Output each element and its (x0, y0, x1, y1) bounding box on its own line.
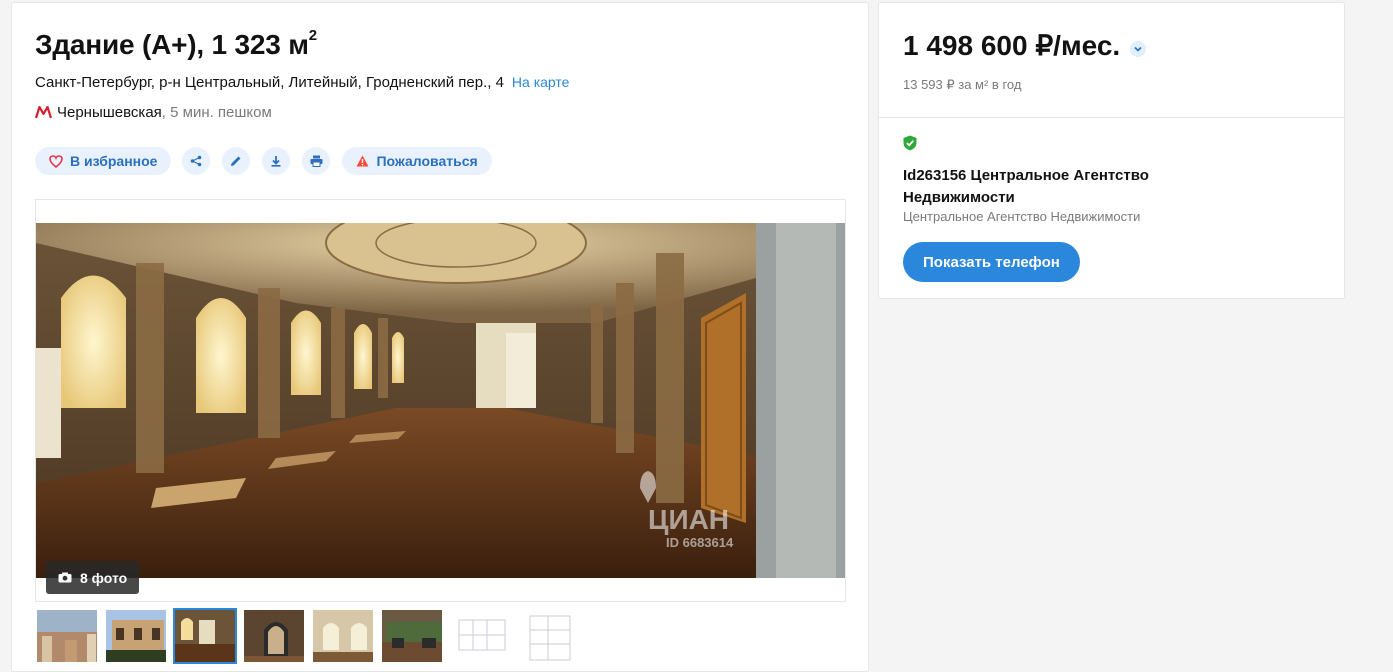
edit-button[interactable] (222, 147, 251, 175)
thumbnail-active[interactable] (173, 608, 237, 664)
metro-time: , 5 мин. пешком (161, 104, 272, 121)
download-button[interactable] (262, 147, 291, 175)
share-button[interactable] (182, 147, 211, 175)
favorite-label: В избранное (70, 153, 158, 169)
price: 1 498 600 ₽/мес. (903, 29, 1147, 62)
pencil-icon (231, 156, 241, 166)
price-per-m2: 13 593 ₽ за м² в год (903, 77, 1022, 92)
thumbnail-floorplan[interactable] (518, 608, 582, 664)
agent-name[interactable]: Id263156 Центральное Агентство Недвижимо… (903, 165, 1203, 209)
complain-label: Пожаловаться (376, 153, 478, 169)
listing-title: Здание (A+), 1 323 м2 (35, 26, 317, 61)
download-icon (271, 156, 281, 167)
printer-icon (310, 155, 323, 167)
thumbnail[interactable] (104, 608, 168, 664)
complain-button[interactable]: Пожаловаться (342, 147, 492, 175)
print-button[interactable] (302, 147, 331, 175)
svg-text:ID 6683614: ID 6683614 (666, 535, 734, 550)
map-link[interactable]: На карте (512, 74, 570, 90)
action-bar: В избранное Пожаловаться (35, 147, 503, 175)
photo-count-label: 8 фото (80, 569, 128, 586)
show-phone-button[interactable]: Показать телефон (903, 242, 1080, 282)
hall-photo: ЦИАН ID 6683614 (36, 223, 845, 578)
chevron-down-icon (1134, 46, 1142, 52)
warning-icon (356, 155, 369, 167)
agent-company: Центральное Агентство Недвижимости (903, 209, 1141, 224)
listing-address: Санкт-Петербург, р-н Центральный, Литейн… (35, 74, 569, 91)
photo-count-badge[interactable]: 8 фото (46, 561, 140, 594)
photo-gallery: ЦИАН ID 6683614 8 фото (35, 199, 846, 602)
address-text: Санкт-Петербург, р-н Центральный, Литейн… (35, 74, 504, 91)
price-details-toggle[interactable] (1130, 40, 1147, 57)
thumbnail-strip (35, 608, 587, 664)
divider (879, 117, 1344, 118)
price-card: 1 498 600 ₽/мес. 13 593 ₽ за м² в год Id… (878, 2, 1345, 299)
verified-icon (903, 135, 917, 156)
metro-info: Чернышевская, 5 мин. пешком (35, 104, 272, 121)
thumbnail[interactable] (242, 608, 306, 664)
svg-text:ЦИАН: ЦИАН (648, 504, 729, 535)
listing-title-sup: 2 (308, 26, 317, 44)
thumbnail-floorplan[interactable] (449, 608, 513, 664)
heart-icon (49, 154, 63, 168)
metro-station: Чернышевская (57, 104, 162, 121)
favorite-button[interactable]: В избранное (35, 147, 172, 175)
thumbnail[interactable] (380, 608, 444, 664)
metro-icon (35, 106, 52, 119)
camera-icon (58, 572, 72, 583)
price-amount: 1 498 600 ₽/мес. (903, 30, 1121, 61)
main-photo[interactable]: ЦИАН ID 6683614 (36, 223, 845, 578)
thumbnail[interactable] (311, 608, 375, 664)
listing-card: Здание (A+), 1 323 м2 Санкт-Петербург, р… (11, 2, 869, 672)
share-icon (191, 155, 202, 167)
listing-title-text: Здание (A+), 1 323 м (35, 29, 309, 60)
thumbnail[interactable] (35, 608, 99, 664)
